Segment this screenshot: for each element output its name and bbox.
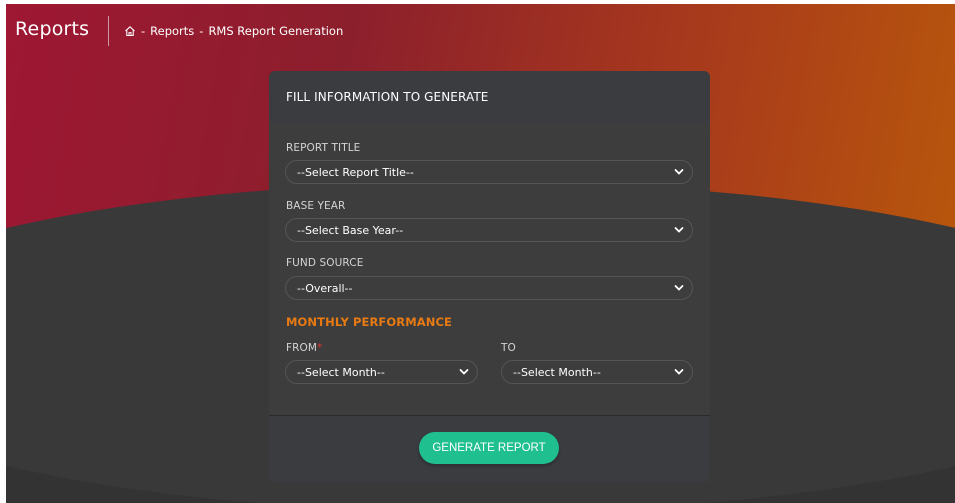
fund-source-label: FUND SOURCE (286, 257, 364, 269)
from-label-text: FROM (286, 342, 318, 354)
from-month-value: --Select Month-- (297, 365, 385, 379)
chevron-down-icon (674, 226, 684, 234)
report-title-select[interactable]: --Select Report Title-- (285, 160, 693, 184)
card-header: FILL INFORMATION TO GENERATE (269, 71, 710, 124)
base-year-select[interactable]: --Select Base Year-- (285, 218, 693, 242)
breadcrumb-separator: - (141, 24, 146, 38)
card-body: REPORT TITLE --Select Report Title-- BAS… (269, 123, 710, 416)
to-label: TO (501, 342, 516, 354)
report-title-label: REPORT TITLE (286, 142, 361, 154)
fund-source-value: --Overall-- (297, 281, 353, 295)
from-label: FROM* (286, 342, 322, 354)
page-title: Reports (15, 18, 90, 40)
to-month-select[interactable]: --Select Month-- (501, 360, 693, 384)
required-marker: * (317, 342, 323, 354)
app-stage: Reports - Reports - RMS Report Generatio… (6, 4, 955, 503)
home-icon[interactable] (124, 25, 136, 37)
from-month-select[interactable]: --Select Month-- (285, 360, 478, 384)
report-title-value: --Select Report Title-- (297, 165, 414, 179)
chevron-down-icon (674, 368, 684, 376)
title-divider (108, 16, 109, 46)
base-year-label: BASE YEAR (286, 200, 346, 212)
to-month-value: --Select Month-- (513, 365, 601, 379)
chevron-down-icon (674, 168, 684, 176)
fund-source-select[interactable]: --Overall-- (285, 276, 693, 300)
breadcrumb-current: RMS Report Generation (208, 24, 344, 38)
generate-report-button[interactable]: GENERATE REPORT (419, 432, 559, 464)
breadcrumb: - Reports - RMS Report Generation (124, 24, 343, 38)
report-form-card: FILL INFORMATION TO GENERATE REPORT TITL… (269, 71, 710, 482)
breadcrumb-separator: - (199, 24, 204, 38)
chevron-down-icon (674, 284, 684, 292)
card-title: FILL INFORMATION TO GENERATE (286, 90, 489, 104)
monthly-performance-title: MONTHLY PERFORMANCE (286, 315, 452, 329)
base-year-value: --Select Base Year-- (297, 223, 404, 237)
chevron-down-icon (459, 368, 469, 376)
breadcrumb-reports[interactable]: Reports (150, 24, 194, 38)
card-footer: GENERATE REPORT (269, 416, 710, 482)
